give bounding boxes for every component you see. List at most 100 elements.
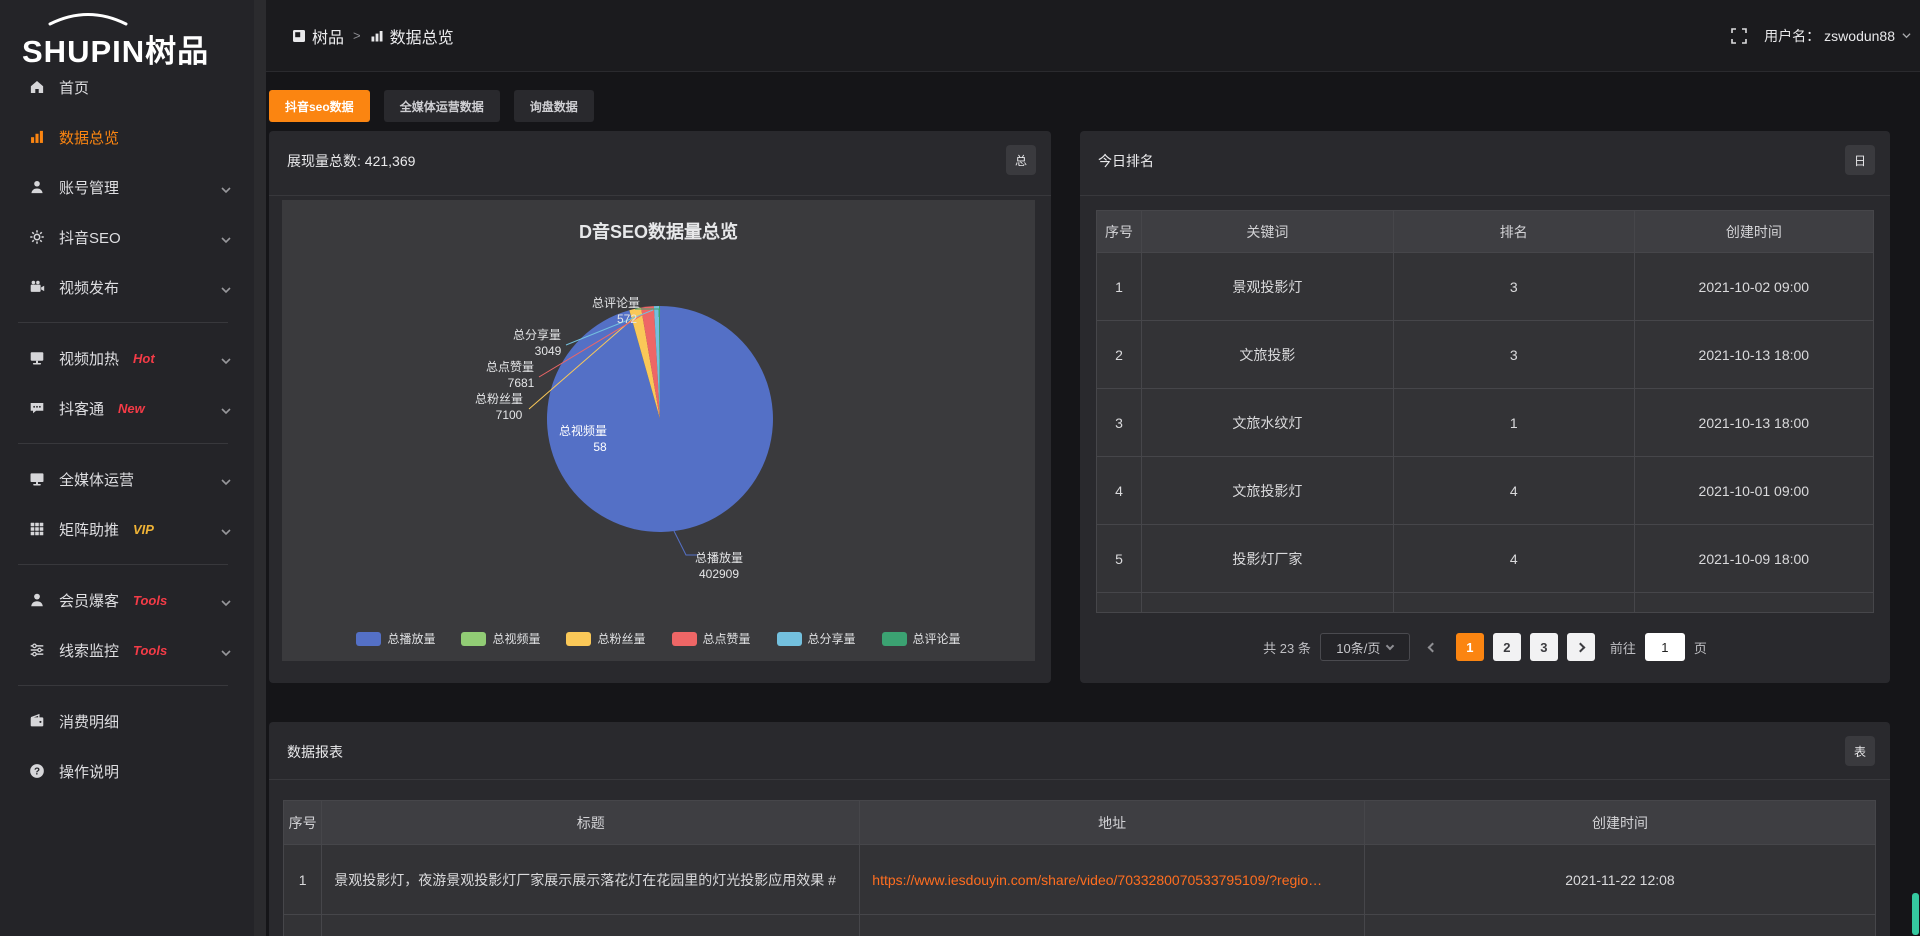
user-icon xyxy=(28,178,46,196)
ranking-table-row: 2 文旅投影 3 2021-10-13 18:00 xyxy=(1097,321,1874,389)
sidebar-item-member[interactable]: 会员爆客 Tools xyxy=(0,575,254,625)
legend-swatch xyxy=(356,632,381,646)
col-header: 创建时间 xyxy=(1364,801,1875,845)
sidebar-item-monitor[interactable]: 全媒体运营 xyxy=(0,454,254,504)
cell-created: 2021-10-13 18:00 xyxy=(1634,389,1873,457)
sidebar-item-label: 账号管理 xyxy=(59,177,119,198)
cell-created: 2021-11-22 12:08 xyxy=(1364,845,1875,915)
logo-arc-icon xyxy=(46,12,130,26)
legend-swatch xyxy=(566,632,591,646)
pie-label-name: 总点赞量 xyxy=(486,360,534,374)
sidebar-item-screen[interactable]: 视频加热 Hot xyxy=(0,333,254,383)
legend-item-总点赞量[interactable]: 总点赞量 xyxy=(672,630,751,647)
app-square-icon xyxy=(292,29,306,43)
data-tabs: 抖音seo数据 全媒体运营数据 询盘数据 xyxy=(269,90,594,122)
cell-index: 4 xyxy=(1097,457,1142,525)
sidebar-item-chart[interactable]: 数据总览 xyxy=(0,112,254,162)
total-corner-button[interactable]: 总 xyxy=(1006,145,1036,175)
sidebar-item-question[interactable]: ? 操作说明 xyxy=(0,746,254,796)
col-header: 标题 xyxy=(322,801,860,845)
goto-suffix: 页 xyxy=(1694,638,1707,657)
chevron-down-icon xyxy=(220,353,232,370)
app-logo: SHUPIN树品 xyxy=(22,10,252,66)
chevron-down-icon xyxy=(220,474,232,491)
pie-label-name: 总粉丝量 xyxy=(475,392,523,406)
tab-0[interactable]: 抖音seo数据 xyxy=(269,90,370,122)
chevron-down-icon xyxy=(220,524,232,541)
legend-label: 总评论量 xyxy=(913,630,961,647)
legend-item-总分享量[interactable]: 总分享量 xyxy=(777,630,856,647)
cell-index: 1 xyxy=(284,845,322,915)
cell-rank: 4 xyxy=(1393,457,1634,525)
sidebar-item-home[interactable]: 首页 xyxy=(0,62,254,112)
breadcrumb-separator: > xyxy=(353,28,361,43)
legend-label: 总点赞量 xyxy=(703,630,751,647)
col-header: 序号 xyxy=(284,801,322,845)
sidebar: SHUPIN树品 首页 数据总览 账号管理 抖音SEO xyxy=(0,0,266,936)
day-corner-button[interactable]: 日 xyxy=(1845,145,1875,175)
partial-empty-row xyxy=(284,915,1876,936)
cell-index: 3 xyxy=(1097,389,1142,457)
legend-item-总评论量[interactable]: 总评论量 xyxy=(882,630,961,647)
page-size-select[interactable]: 10条/页 xyxy=(1320,633,1410,661)
breadcrumb-item-home[interactable]: 树品 xyxy=(292,24,344,48)
sidebar-item-wallet[interactable]: 消费明细 xyxy=(0,696,254,746)
ranking-table: 序号 关键词 排名 创建时间 1 景观投影灯 3 2021-10-02 09:0… xyxy=(1096,210,1874,613)
legend-swatch xyxy=(882,632,907,646)
fullscreen-icon[interactable] xyxy=(1730,27,1748,45)
pagination: 共 23 条 10条/页 1 2 3 前往 页 xyxy=(1080,631,1890,663)
sidebar-item-gear[interactable]: 抖音SEO xyxy=(0,212,254,262)
sliders-icon xyxy=(28,641,46,659)
page-button-3[interactable]: 3 xyxy=(1530,633,1558,661)
username-value: zswodun88 xyxy=(1824,28,1895,44)
page-button-2[interactable]: 2 xyxy=(1493,633,1521,661)
video-link[interactable]: https://www.iesdouyin.com/share/video/70… xyxy=(872,872,1322,888)
breadcrumb-item-current[interactable]: 数据总览 xyxy=(370,24,454,48)
today-ranking-card: 今日排名 日 序号 关键词 排名 创建时间 1 景观投影灯 3 2021-10-… xyxy=(1080,131,1890,683)
col-header: 排名 xyxy=(1393,211,1634,253)
tab-1[interactable]: 全媒体运营数据 xyxy=(384,90,500,122)
next-page-button[interactable] xyxy=(1567,633,1595,661)
wallet-icon xyxy=(28,712,46,730)
pie-label-value: 3049 xyxy=(535,344,562,358)
page-scrollbar-thumb[interactable] xyxy=(1912,893,1919,935)
chart-icon xyxy=(28,128,46,146)
sidebar-item-video[interactable]: 视频发布 xyxy=(0,262,254,312)
chevron-right-icon xyxy=(1576,642,1586,652)
member-icon xyxy=(28,591,46,609)
sidebar-item-grid[interactable]: 矩阵助推 VIP xyxy=(0,504,254,554)
cell-rank: 4 xyxy=(1393,525,1634,593)
cell-keyword: 景观投影灯 xyxy=(1142,253,1394,321)
pie-chart: 总播放量402909总视频量58总粉丝量7100总点赞量7681总分享量3049… xyxy=(282,200,1035,661)
prev-page-button[interactable] xyxy=(1419,633,1447,661)
user-dropdown[interactable]: 用户名：zswodun88 xyxy=(1764,26,1912,46)
pie-label-name: 总播放量 xyxy=(695,550,743,565)
question-icon: ? xyxy=(28,762,46,780)
sidebar-divider xyxy=(18,443,228,444)
legend-item-总播放量[interactable]: 总播放量 xyxy=(356,630,435,647)
pie-label-name: 总分享量 xyxy=(513,327,561,342)
sidebar-item-chat[interactable]: 抖客通 New xyxy=(0,383,254,433)
sidebar-item-label: 线索监控 xyxy=(59,640,119,661)
tab-2[interactable]: 询盘数据 xyxy=(514,90,594,122)
pie-label-name: 总视频量 xyxy=(559,423,607,438)
table-corner-button[interactable]: 表 xyxy=(1845,736,1875,766)
cell-created: 2021-10-02 09:00 xyxy=(1634,253,1873,321)
col-header: 序号 xyxy=(1097,211,1142,253)
report-card-title: 数据报表 xyxy=(287,742,343,762)
overview-chart-card: 展现量总数: 421,369 总 D音SEO数据量总览 总播放量402909总视… xyxy=(269,131,1051,683)
pagination-total: 共 23 条 xyxy=(1263,638,1311,657)
sidebar-item-sliders[interactable]: 线索监控 Tools xyxy=(0,625,254,675)
legend-item-总粉丝量[interactable]: 总粉丝量 xyxy=(566,630,645,647)
goto-page-input[interactable] xyxy=(1645,633,1685,661)
bar-chart-icon xyxy=(370,29,384,43)
overview-total-title: 展现量总数: 421,369 xyxy=(287,151,415,171)
cell-created: 2021-10-09 18:00 xyxy=(1634,525,1873,593)
col-header: 地址 xyxy=(860,801,1365,845)
chevron-down-icon xyxy=(220,645,232,662)
sidebar-item-user[interactable]: 账号管理 xyxy=(0,162,254,212)
page-button-1[interactable]: 1 xyxy=(1456,633,1484,661)
legend-item-总视频量[interactable]: 总视频量 xyxy=(461,630,540,647)
sidebar-item-label: 视频发布 xyxy=(59,277,119,298)
page-buttons: 1 2 3 xyxy=(1456,633,1558,661)
